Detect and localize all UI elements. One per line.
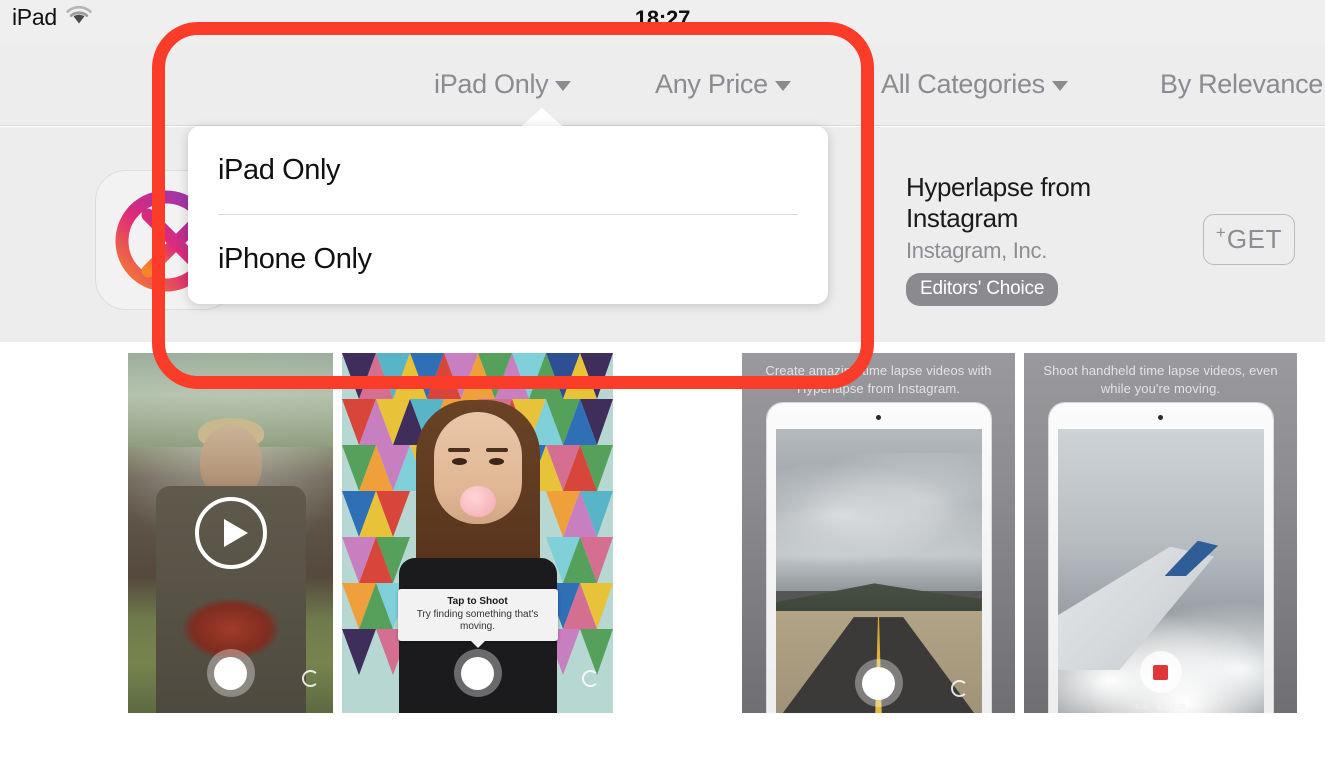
shutter-button-graphic <box>854 659 903 707</box>
brow-right <box>485 448 508 453</box>
screenshot-road-timelapse[interactable]: Create amazing time lapse videos with Hy… <box>742 353 1015 713</box>
device-screen <box>775 429 982 713</box>
screenshot-image: Create amazing time lapse videos with Hy… <box>742 353 1015 713</box>
plus-icon: + <box>1215 223 1226 242</box>
filter-category-button[interactable]: All Categories <box>881 42 1068 126</box>
screenshot-image: Shoot handheld time lapse videos, even w… <box>1024 353 1297 713</box>
ipad-device-frame <box>766 403 991 713</box>
shutter-inner <box>461 656 494 690</box>
screenshot-caption: Create amazing time lapse videos with Hy… <box>765 363 992 396</box>
filter-price-button[interactable]: Any Price <box>655 42 791 126</box>
record-button-graphic <box>1139 651 1182 693</box>
filter-device-label: iPad Only <box>434 68 549 99</box>
app-developer: Instagram, Inc. <box>906 238 1048 263</box>
app-title: Hyperlapse from Instagram <box>906 172 1091 233</box>
shutter-inner <box>214 656 247 690</box>
eye-right <box>488 458 504 466</box>
front-camera-dot <box>876 415 881 420</box>
screenshot-strip: Tap to Shoot Try finding something that'… <box>0 353 1325 713</box>
tap-to-shoot-tooltip: Tap to Shoot Try finding something that'… <box>397 589 558 648</box>
chevron-down-icon <box>1051 81 1068 91</box>
chevron-down-icon <box>774 81 791 91</box>
popover-option-label: iPad Only <box>218 153 341 186</box>
screenshot-airplane-timelapse[interactable]: Shoot handheld time lapse videos, even w… <box>1024 353 1297 713</box>
clouds <box>775 452 982 576</box>
play-icon <box>223 519 248 547</box>
record-dot-icon <box>1156 703 1165 711</box>
status-bar: iPad 18:27 <box>0 0 1325 42</box>
screenshot-bubble-gum[interactable]: Tap to Shoot Try finding something that'… <box>342 353 613 713</box>
shutter-button-graphic <box>453 649 502 697</box>
filter-price-label: Any Price <box>655 68 768 99</box>
play-button[interactable] <box>194 497 267 569</box>
status-bar-clock: 18:27 <box>634 6 691 31</box>
record-output: 0:08 <box>1171 703 1186 711</box>
flip-camera-icon <box>950 680 968 697</box>
shutter-button-graphic <box>206 649 255 697</box>
filter-sort-button[interactable]: By Relevance <box>1160 42 1325 126</box>
record-elapsed: 0:40 <box>1135 703 1150 711</box>
app-store-search-screen: iPad 18:27 iPad Only Any Price All Categ… <box>0 0 1325 760</box>
eye-left <box>451 458 467 466</box>
popover-option-iphone-only[interactable]: iPhone Only <box>188 215 828 303</box>
app-info: Hyperlapse from Instagram Instagram, Inc… <box>906 172 1206 306</box>
device-filter-popover: iPad Only iPhone Only <box>188 126 828 304</box>
filter-sort-label: By Relevance <box>1160 68 1323 99</box>
device-screen: 0:40 0:08 <box>1057 429 1264 713</box>
tooltip-title: Tap to Shoot <box>447 596 508 607</box>
flip-camera-icon <box>302 670 319 687</box>
filter-category-label: All Categories <box>881 68 1045 99</box>
get-button[interactable]: + GET <box>1203 214 1295 265</box>
shutter-inner <box>862 666 895 700</box>
record-timecodes: 0:40 0:08 <box>1058 703 1264 711</box>
brow-left <box>447 448 470 453</box>
screenshot-caption: Shoot handheld time lapse videos, even w… <box>1043 363 1278 396</box>
editors-choice-badge: Editors' Choice <box>906 273 1059 306</box>
flip-camera-icon <box>582 670 599 687</box>
screenshot-video-preview[interactable] <box>128 353 333 713</box>
gum-bubble <box>459 485 496 517</box>
popover-option-label: iPhone Only <box>218 242 372 275</box>
front-camera-dot <box>1158 415 1163 420</box>
filter-bar: iPad Only Any Price All Categories By Re… <box>0 42 1325 126</box>
popover-option-ipad-only[interactable]: iPad Only <box>188 126 828 214</box>
tooltip-subtitle: Try finding something that's moving. <box>416 609 539 632</box>
get-button-label: GET <box>1226 224 1283 254</box>
chevron-down-icon <box>555 81 572 91</box>
stop-icon <box>1153 664 1168 680</box>
ipad-device-frame: 0:40 0:08 <box>1048 403 1273 713</box>
